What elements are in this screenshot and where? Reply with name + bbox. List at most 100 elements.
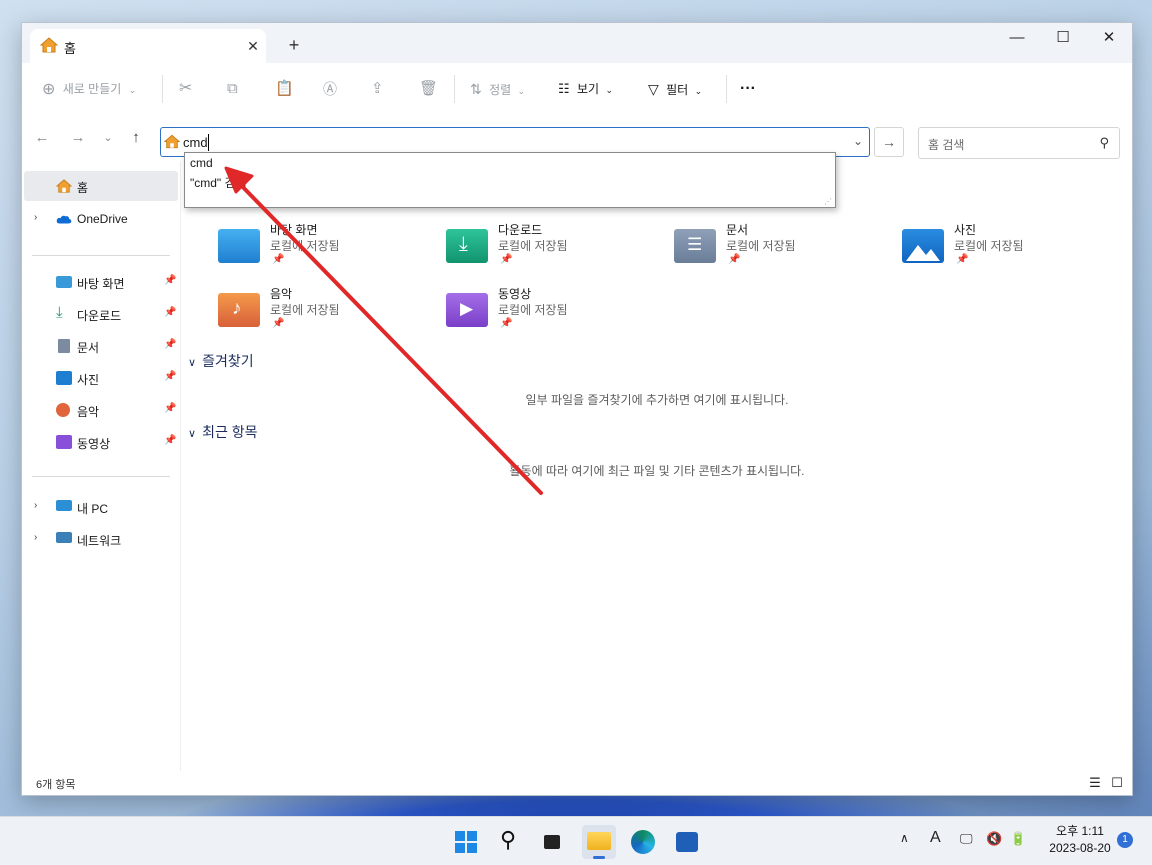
filter-label: 필터: [666, 83, 689, 97]
pin-icon[interactable]: 📌: [164, 275, 176, 286]
file-explorer-taskbar-button[interactable]: [582, 825, 616, 859]
sidebar-item-home[interactable]: 홈: [24, 171, 178, 201]
search-icon: ⚲: [1099, 135, 1109, 150]
new-button-label: 새로 만들기: [62, 82, 122, 96]
tile-status: 로컬에 저장됨: [498, 239, 568, 253]
plus-circle-icon: ⊕: [42, 80, 56, 98]
back-button[interactable]: ←: [30, 127, 54, 149]
suggestion-item[interactable]: "cmd" 검색: [190, 174, 247, 191]
view-button[interactable]: ☷ 보기 ⌄: [558, 77, 613, 101]
search-input[interactable]: 홈 검색: [928, 136, 964, 153]
notification-badge[interactable]: 1: [1117, 832, 1133, 848]
sort-button[interactable]: ⇅ 정렬 ⌄: [470, 77, 525, 101]
pin-icon[interactable]: 📌: [164, 339, 176, 350]
chevron-down-icon: ⌄: [605, 85, 613, 95]
chevron-right-icon[interactable]: ›: [34, 500, 37, 511]
battery-icon[interactable]: 🔋: [1010, 831, 1026, 847]
quick-access-videos[interactable]: ▶ 동영상 로컬에 저장됨 📌: [410, 281, 630, 337]
task-view-button[interactable]: [538, 825, 572, 859]
toolbar-divider: [162, 75, 163, 103]
pin-icon[interactable]: 📌: [164, 435, 176, 446]
go-button[interactable]: →: [874, 127, 904, 157]
sidebar-item-music[interactable]: 음악 📌: [22, 395, 180, 425]
sidebar-item-network[interactable]: › 네트워크: [22, 524, 180, 554]
delete-icon[interactable]: 🗑: [419, 77, 438, 101]
sidebar-item-pictures[interactable]: 사진 📌: [22, 363, 180, 393]
recent-locations-button[interactable]: ⌄: [96, 127, 120, 149]
sidebar-item-this-pc[interactable]: › 내 PC: [22, 492, 180, 522]
sidebar-item-desktop[interactable]: 바탕 화면 📌: [22, 267, 180, 297]
display-icon[interactable]: 🖵: [960, 831, 973, 847]
sidebar-item-documents[interactable]: 문서 📌: [22, 331, 180, 361]
details-view-icon[interactable]: ☰: [1087, 775, 1103, 791]
tab-home[interactable]: 홈 ✕: [30, 29, 266, 63]
maximize-button[interactable]: ☐: [1040, 23, 1086, 55]
paste-icon[interactable]: 📋: [275, 77, 294, 101]
sidebar-item-label: 바탕 화면: [77, 277, 125, 291]
chevron-down-icon[interactable]: ⌄: [853, 134, 863, 148]
forward-button[interactable]: →: [66, 127, 90, 149]
sidebar-item-onedrive[interactable]: › OneDrive: [22, 204, 180, 234]
section-title: 즐겨찾기: [202, 353, 254, 369]
filter-icon: ▽: [648, 81, 659, 97]
more-options-button[interactable]: ···: [740, 77, 756, 101]
pin-icon[interactable]: 📌: [164, 371, 176, 382]
ime-indicator[interactable]: A: [930, 829, 941, 847]
item-count: 6개 항목: [36, 779, 76, 791]
task-view-icon: [544, 835, 560, 849]
computer-icon: [56, 500, 72, 511]
rename-icon[interactable]: Ⓐ: [323, 77, 337, 101]
favorites-section-header[interactable]: ∨ 즐겨찾기: [188, 351, 254, 371]
sidebar-item-label: OneDrive: [77, 212, 128, 226]
windows-logo-icon: [455, 831, 477, 853]
edge-taskbar-button[interactable]: [626, 825, 660, 859]
pin-icon[interactable]: 📌: [164, 307, 176, 318]
chevron-right-icon[interactable]: ›: [34, 212, 37, 223]
address-autocomplete: cmd "cmd" 검색 ⋰: [184, 152, 836, 208]
show-hidden-icons-button[interactable]: ∧: [900, 831, 909, 845]
filter-button[interactable]: ▽ 필터 ⌄: [648, 77, 702, 101]
quick-access-downloads[interactable]: ⤓ 다운로드 로컬에 저장됨 📌: [410, 217, 630, 273]
documents-folder-icon: ☰: [674, 229, 716, 263]
close-window-button[interactable]: ✕: [1086, 23, 1132, 55]
up-button[interactable]: ↑: [124, 127, 148, 149]
command-bar: ⊕ 새로 만들기 ⌄ ✂ ⧉ 📋 Ⓐ ⇪ 🗑 ⇅ 정렬 ⌄ ☷ 보기 ⌄ ▽ 필…: [22, 63, 1132, 116]
pin-icon[interactable]: 📌: [164, 403, 176, 414]
sidebar-item-label: 동영상: [77, 437, 111, 451]
network-icon: [56, 532, 72, 543]
search-box[interactable]: 홈 검색 ⚲: [918, 127, 1120, 159]
tile-status: 로컬에 저장됨: [498, 303, 568, 317]
resize-grip-icon[interactable]: ⋰: [824, 197, 832, 206]
sidebar-item-label: 다운로드: [77, 309, 122, 323]
play-icon: ▶: [460, 299, 474, 318]
system-clock[interactable]: 오후 1:11 2023-08-20: [1040, 823, 1120, 857]
recent-section-header[interactable]: ∨ 최근 항목: [188, 422, 257, 442]
start-button[interactable]: [449, 825, 483, 859]
sidebar-item-label: 음악: [77, 405, 100, 419]
quick-access-pictures[interactable]: 사진 로컬에 저장됨 📌: [866, 217, 1086, 273]
suggestion-item[interactable]: cmd: [190, 156, 213, 170]
sidebar-item-videos[interactable]: 동영상 📌: [22, 427, 180, 457]
cut-icon[interactable]: ✂: [179, 77, 192, 101]
quick-access-music[interactable]: ♪ 음악 로컬에 저장됨 📌: [182, 281, 402, 337]
copy-icon[interactable]: ⧉: [227, 77, 238, 101]
tile-name: 사진: [954, 223, 977, 237]
store-taskbar-button[interactable]: [670, 825, 704, 859]
desktop-folder-icon: [218, 229, 260, 263]
document-icon: [58, 339, 70, 353]
tab-close-button[interactable]: ✕: [242, 35, 264, 57]
quick-access-desktop[interactable]: 바탕 화면 로컬에 저장됨 📌: [182, 217, 402, 273]
chevron-down-icon: ⌄: [517, 86, 526, 96]
tiles-view-icon[interactable]: ☐: [1109, 775, 1125, 791]
volume-muted-icon[interactable]: 🔇: [986, 831, 1002, 847]
minimize-button[interactable]: —: [994, 23, 1040, 55]
tile-status: 로컬에 저장됨: [270, 303, 340, 317]
address-input[interactable]: cmd: [183, 135, 208, 150]
new-button[interactable]: ⊕ 새로 만들기 ⌄: [42, 77, 136, 101]
quick-access-documents[interactable]: ☰ 문서 로컬에 저장됨 📌: [638, 217, 858, 273]
new-tab-button[interactable]: +: [280, 33, 308, 57]
chevron-right-icon[interactable]: ›: [34, 532, 37, 543]
share-icon[interactable]: ⇪: [371, 77, 384, 101]
sidebar-item-downloads[interactable]: ⤓ 다운로드 📌: [22, 299, 180, 329]
search-taskbar-button[interactable]: ⚲: [494, 825, 528, 859]
